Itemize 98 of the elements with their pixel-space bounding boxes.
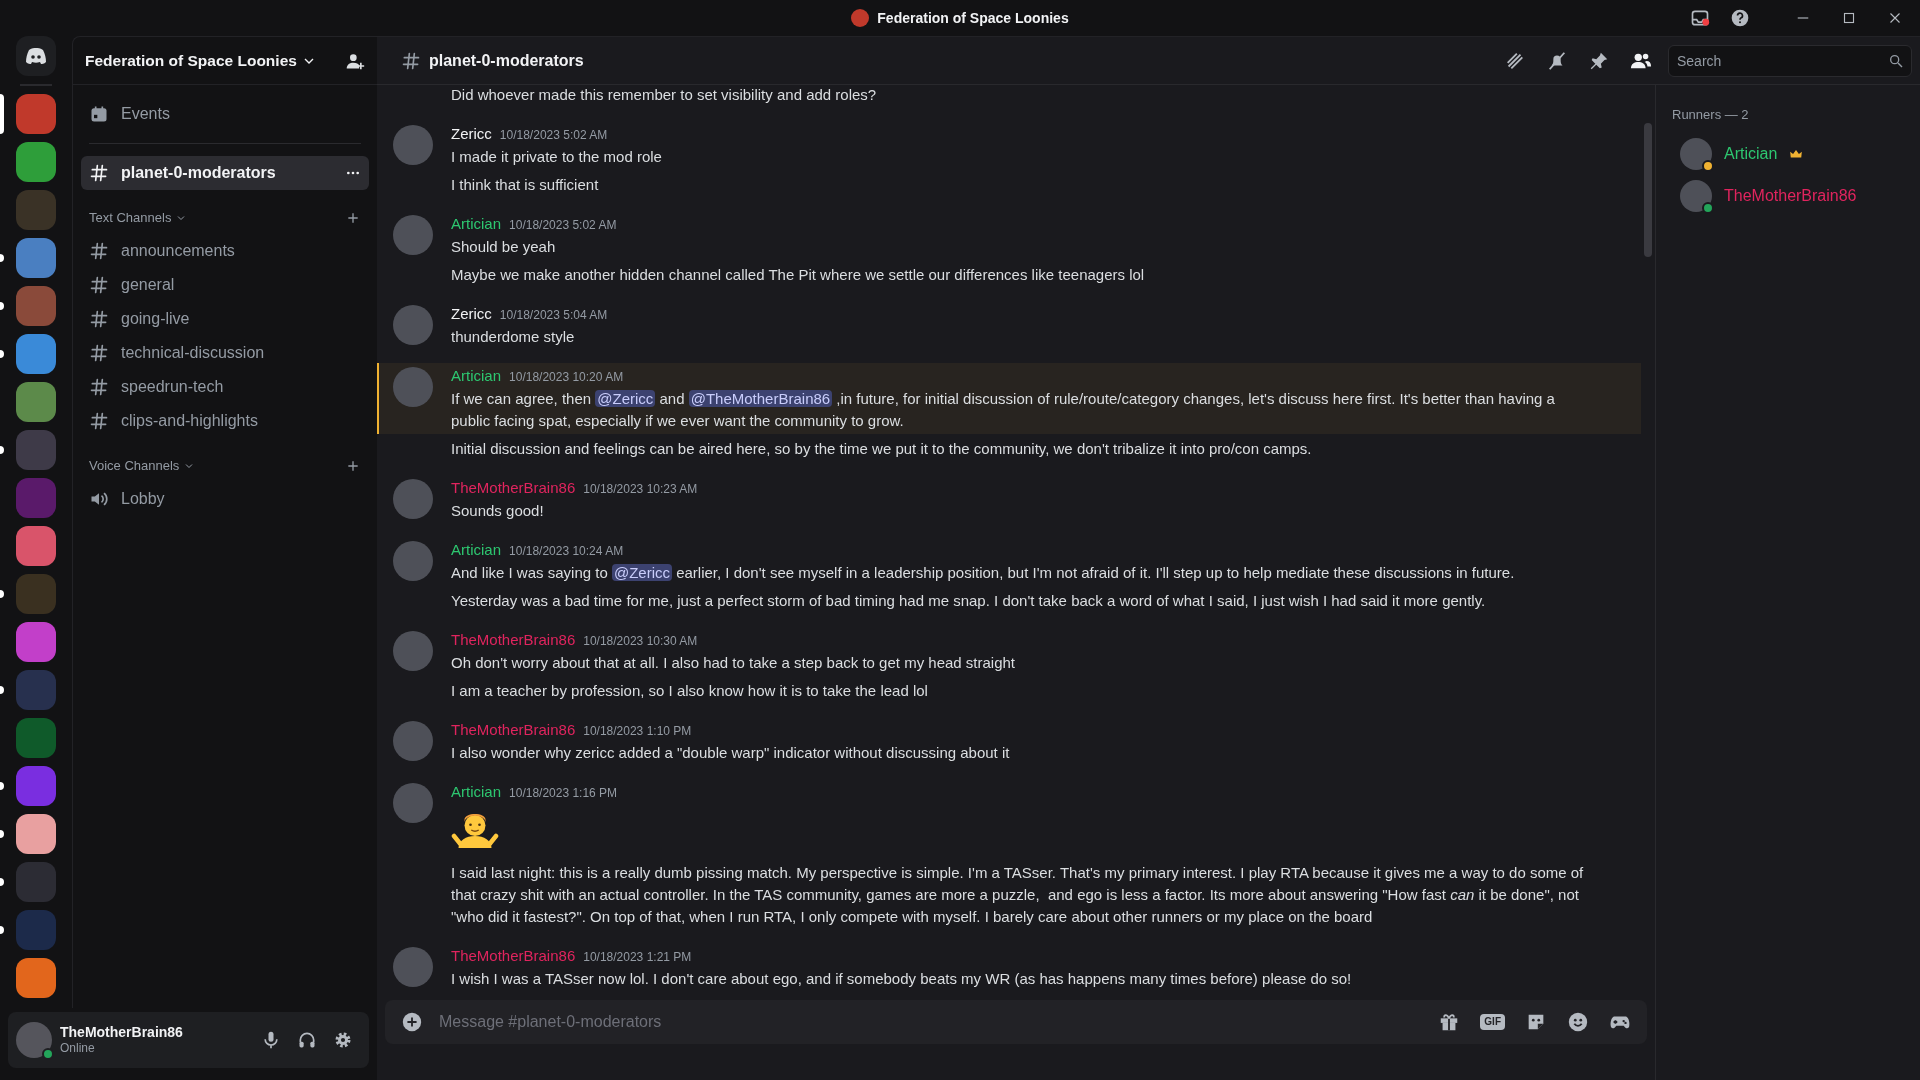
server-icon[interactable] (16, 382, 56, 422)
server-icon[interactable] (16, 238, 56, 278)
notifications-muted-icon[interactable] (1546, 49, 1568, 72)
timestamp: 10/18/2023 10:23 AM (583, 481, 698, 498)
author-name[interactable]: TheMotherBrain86 (451, 719, 576, 741)
avatar (1680, 179, 1712, 212)
headphones-icon[interactable] (297, 1030, 317, 1050)
author-name[interactable]: TheMotherBrain86 (451, 629, 576, 651)
channel-item[interactable]: Lobby (81, 482, 369, 516)
channel-item[interactable]: clips-and-highlights (81, 404, 369, 438)
hash-icon (89, 163, 109, 183)
message-text: I think that is sufficient (451, 175, 600, 195)
calendar-icon (89, 104, 109, 124)
add-channel-icon[interactable] (345, 458, 361, 474)
author-name[interactable]: Zericc (451, 123, 492, 145)
user-status: Online (60, 1041, 96, 1057)
author-name[interactable]: Artician (451, 365, 502, 387)
message-field[interactable]: Message #planet-0-moderators GIF (385, 1000, 1647, 1044)
server-icon[interactable] (16, 622, 56, 662)
message-text: Sounds good! (451, 501, 545, 521)
hash-icon (401, 50, 421, 71)
member-item[interactable]: TheMotherBrain86 (1672, 174, 1904, 217)
timestamp: 10/18/2023 5:02 AM (499, 127, 608, 144)
message-text: I wish I was a TASser now lol. I don't care about ego, and if somebody beats my WR (as has happens many times before) please do so! (451, 969, 1353, 989)
channel-item[interactable]: planet-0-moderators (81, 156, 369, 190)
avatar (1680, 137, 1712, 170)
gif-button[interactable]: GIF (1480, 1014, 1505, 1030)
category-header[interactable]: Text Channels (89, 208, 188, 228)
channel-item[interactable]: announcements (81, 234, 369, 268)
search-icon (1888, 52, 1904, 69)
message-text: Oh don't worry about that at all. I also had to take a step back to get my head straight (451, 653, 1017, 673)
channel-title: planet-0-moderators (429, 50, 584, 71)
mention-link[interactable]: @Zericc (595, 390, 656, 407)
server-icon[interactable] (16, 958, 56, 998)
server-icon[interactable] (16, 334, 56, 374)
timestamp: 10/18/2023 1:16 PM (509, 785, 618, 802)
inbox-icon[interactable] (1690, 8, 1710, 28)
window-title: Federation of Space Loonies (877, 8, 1069, 28)
author-name[interactable]: Artician (451, 781, 502, 803)
server-icon (851, 9, 870, 27)
category-header[interactable]: Voice Channels (89, 456, 196, 476)
message-text: Should be yeah (451, 237, 557, 257)
server-name-button[interactable]: Federation of Space Loonies (85, 48, 317, 73)
member-name: Artician (1724, 143, 1778, 164)
microphone-icon[interactable] (261, 1030, 281, 1050)
author-name[interactable]: TheMotherBrain86 (451, 945, 576, 967)
author-name[interactable]: Zericc (451, 303, 492, 325)
timestamp: 10/18/2023 1:21 PM (583, 949, 692, 966)
add-channel-icon[interactable] (345, 210, 361, 226)
member-item[interactable]: Artician (1672, 132, 1904, 175)
author-name[interactable]: TheMotherBrain86 (451, 477, 576, 499)
channel-item[interactable]: going-live (81, 302, 369, 336)
timestamp: 10/18/2023 1:10 PM (583, 723, 692, 740)
message-text: Initial discussion and feelings can be aired here, so by the time we put it to the community, we don't tribalize it into pro/con camps. (451, 439, 1313, 459)
message-text: I made it private to the mod role (451, 147, 663, 167)
message-text: Did whoever made this remember to set visibility and add roles? (451, 85, 878, 105)
member-name: TheMotherBrain86 (1724, 185, 1857, 206)
channel-item[interactable]: speedrun-tech (81, 370, 369, 404)
message-text: Yesterday was a bad time for me, just a perfect storm of bad timing had me snap. I don't take back a word of what I said, I just wish I had said it more gently. (451, 591, 1487, 611)
home-button[interactable] (16, 36, 56, 76)
avatar (16, 1022, 52, 1058)
settings-icon[interactable] (333, 1030, 353, 1050)
hash-icon (89, 411, 109, 431)
hash-icon (89, 275, 109, 295)
message-text: I am a teacher by profession, so I also know how it is to take the lead lol (451, 681, 929, 701)
message-text: Maybe we make another hidden channel called The Pit where we settle our differences like teenagers lol (451, 265, 1146, 285)
mention-link[interactable]: @TheMotherBrain86 (688, 390, 833, 407)
hash-icon (89, 309, 109, 329)
help-icon[interactable] (1730, 8, 1750, 28)
member-group-heading: Runners — 2 (1672, 106, 1750, 124)
search-field[interactable]: Search (1668, 44, 1912, 77)
add-icon[interactable] (401, 1011, 423, 1033)
author-name[interactable]: Artician (451, 213, 502, 235)
message-text: And like I was saying to @Zericc earlier, I don't see myself in a leadership position, but I'm not afraid of it. I'll step up to help mediate these discussions in future. (451, 563, 1516, 583)
server-icon[interactable] (16, 814, 56, 854)
mention-link[interactable]: @Zericc (611, 564, 672, 581)
hash-icon (89, 241, 109, 261)
server-icon[interactable] (16, 142, 56, 182)
timestamp: 10/18/2023 10:24 AM (509, 543, 624, 560)
hash-icon (89, 343, 109, 363)
channel-item[interactable]: technical-discussion (81, 336, 369, 370)
timestamp: 10/18/2023 5:02 AM (509, 217, 617, 234)
timestamp: 10/18/2023 5:04 AM (499, 307, 608, 324)
emoji-icon[interactable] (1567, 1011, 1589, 1033)
message-text: I said last night: this is a really dumb pissing match. My perspective is simple. I'm a TASser. That's my primary interest. I play RTA because it gives me a way to do some of that crazy shit with an actual controller. In the TAS community, games are more a puzzle, and ego is less a factor. Its more about answering "How fast can it be done", not "who did it fastest?". On top of that, when I run RTA, I only compete with myself. I barely care about other runners or my place on the board (451, 863, 1585, 927)
username: TheMotherBrain86 (60, 1023, 183, 1042)
channel-item[interactable]: general (81, 268, 369, 302)
message-text: thunderdome style (451, 327, 576, 347)
message-text: I also wonder why zericc added a "double warp" indicator without discussing about it (451, 743, 1011, 763)
timestamp: 10/18/2023 10:30 AM (583, 633, 698, 650)
events-item[interactable]: Events (81, 97, 369, 131)
message-text: If we can agree, then @Zericc and @TheMotherBrain86 ,in future, for initial discussion of rule/route/category changes, let's discuss here first. It's better than having a public facing spat, especially if we ever want the community to grow. (451, 389, 1556, 431)
message-input[interactable]: Message #planet-0-moderators (439, 1010, 1423, 1034)
hash-icon (89, 377, 109, 397)
scrollbar[interactable] (1644, 123, 1652, 257)
server-icon[interactable] (16, 526, 56, 566)
timestamp: 10/18/2023 10:20 AM (509, 369, 624, 386)
author-name[interactable]: Artician (451, 539, 502, 561)
